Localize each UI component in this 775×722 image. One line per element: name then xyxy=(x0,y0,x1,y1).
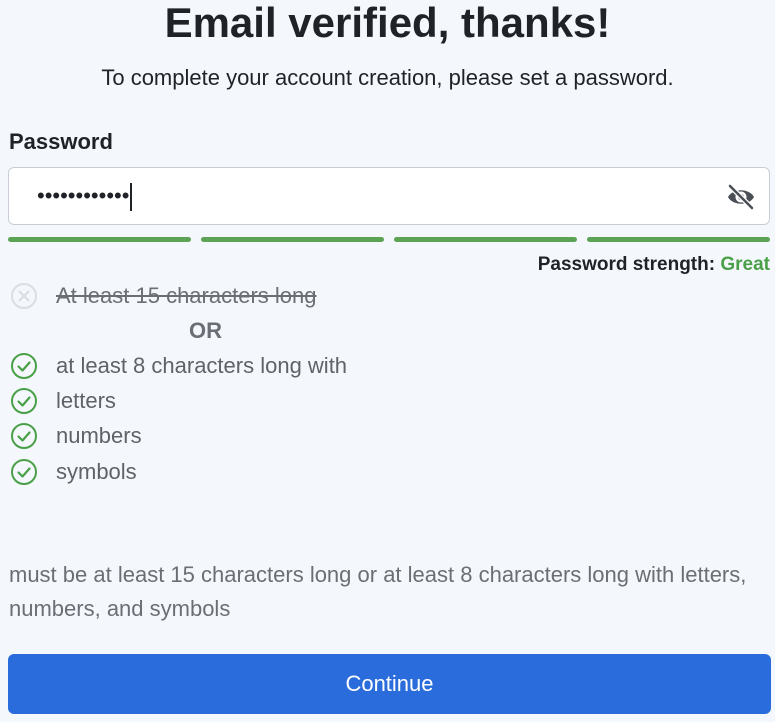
password-masked-value: •••••••••••• xyxy=(37,183,130,208)
eye-slash-icon xyxy=(727,183,755,211)
password-label: Password xyxy=(9,129,113,154)
x-circle-icon xyxy=(11,283,37,309)
check-circle-icon xyxy=(11,353,37,379)
requirement-letters: letters xyxy=(10,386,116,416)
continue-button[interactable]: Continue xyxy=(8,654,771,714)
requirement-text: symbols xyxy=(56,459,137,484)
requirement-symbols: symbols xyxy=(10,457,137,487)
strength-value: Great xyxy=(720,254,770,275)
password-input[interactable]: •••••••••••• xyxy=(8,167,770,225)
toggle-visibility-button[interactable] xyxy=(725,182,757,212)
strength-label: Password strength: xyxy=(537,254,716,275)
requirement-text: At least 15 characters long xyxy=(56,283,317,308)
requirement-text: at least 8 characters long with xyxy=(56,353,348,378)
or-divider: OR xyxy=(189,318,222,343)
requirement-text: letters xyxy=(56,388,116,413)
password-help-text: must be at least 15 characters long or a… xyxy=(9,562,747,621)
check-circle-icon xyxy=(11,423,37,449)
check-circle-icon xyxy=(11,459,37,485)
set-password-page: Email verified, thanks! To complete your… xyxy=(0,0,775,722)
strength-segment xyxy=(8,237,191,242)
requirement-text: numbers xyxy=(56,423,142,448)
strength-segment xyxy=(587,237,770,242)
strength-segment xyxy=(201,237,384,242)
password-value-wrap[interactable]: •••••••••••• xyxy=(37,182,133,212)
strength-meter xyxy=(8,237,770,242)
page-subtitle: To complete your account creation, pleas… xyxy=(101,65,674,90)
requirement-numbers: numbers xyxy=(10,421,142,451)
page-title: Email verified, thanks! xyxy=(164,0,611,46)
text-caret xyxy=(130,183,133,212)
check-circle-icon xyxy=(11,388,37,414)
requirement-8-chars: at least 8 characters long with xyxy=(10,351,347,381)
strength-segment xyxy=(394,237,577,242)
requirement-15-chars: At least 15 characters long xyxy=(10,281,316,311)
password-strength-text: Password strength: Great xyxy=(538,253,770,277)
